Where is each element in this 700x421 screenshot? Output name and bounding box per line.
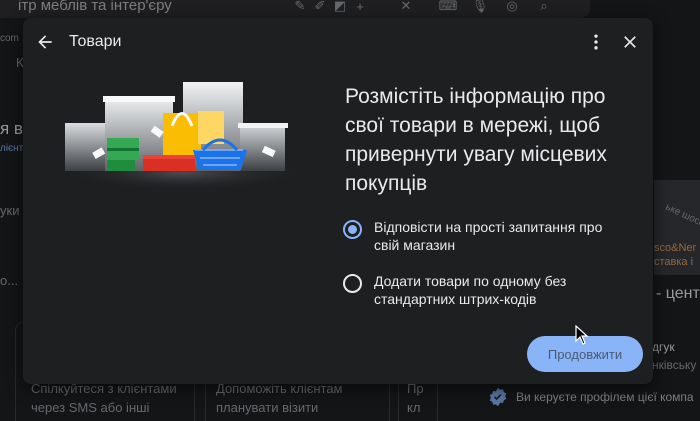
option-add-products-label: Додати товари по одному без стандартних …: [374, 273, 567, 307]
option-add-products[interactable]: Додати товари по одному без стандартних …: [343, 272, 624, 308]
arrow-back-icon: [38, 35, 52, 49]
dialog-heading: Розмістіть інформацію про свої товари в …: [345, 85, 607, 195]
close-icon: [624, 36, 636, 48]
more-vert-icon: [594, 34, 598, 50]
back-button[interactable]: [33, 30, 57, 54]
radio-unchecked[interactable]: [343, 274, 362, 293]
dialog-title: Товари: [69, 33, 122, 50]
shopping-illustration: [58, 82, 308, 191]
more-options-button[interactable]: [584, 30, 608, 54]
radio-checked[interactable]: [343, 220, 362, 239]
option-answer-questions-label: Відповісти на прості запитання про свій …: [374, 219, 603, 253]
close-button[interactable]: [618, 30, 642, 54]
option-answer-questions[interactable]: Відповісти на прості запитання про свій …: [343, 218, 624, 254]
products-dialog: Товари Розмістіть інформацію про свої то…: [23, 18, 653, 384]
mouse-cursor-icon: [575, 325, 589, 345]
